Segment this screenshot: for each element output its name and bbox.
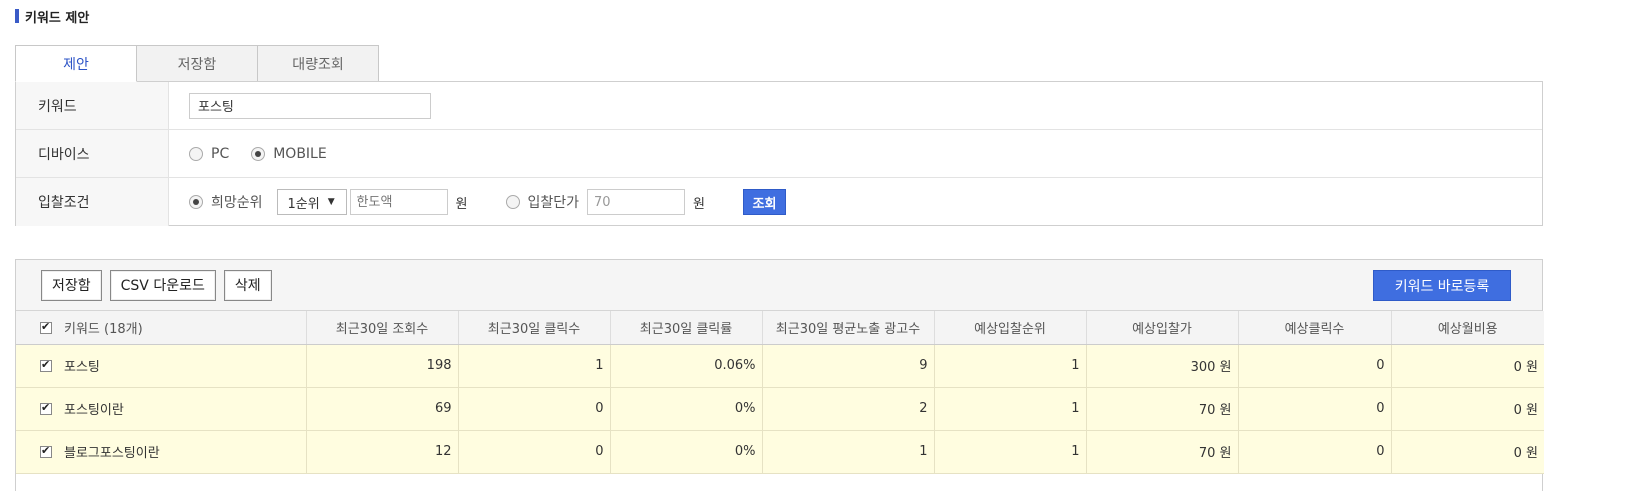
table-row: 블로그포스팅이란 12 0 0% 1 1 70 원 0 0 원 <box>16 430 1544 474</box>
ads-cell: 9 <box>762 344 935 388</box>
clicks-cell: 0 <box>458 430 611 474</box>
select-all-checkbox[interactable] <box>40 320 52 334</box>
search-button[interactable]: 조회 <box>743 189 786 215</box>
bid-cell: 70 원 <box>1086 387 1239 431</box>
radio-icon <box>189 146 203 161</box>
bid-radio-rank[interactable]: 희망순위 <box>189 192 263 212</box>
device-radio-mobile[interactable]: MOBILE <box>251 145 327 162</box>
tab-suggest[interactable]: 제안 <box>15 45 137 82</box>
views-cell: 12 <box>306 430 459 474</box>
keyword-row: 키워드 <box>16 82 1542 130</box>
rank-cell: 1 <box>934 387 1087 431</box>
keyword-text: 블로그포스팅이란 <box>64 446 160 461</box>
csv-download-button[interactable]: CSV 다운로드 <box>109 269 216 301</box>
header-views[interactable]: 최근30일 조회수 <box>306 311 459 345</box>
results-panel: 저장함 CSV 다운로드 삭제 키워드 바로등록 키워드 (18개) 최근30일… <box>15 259 1544 491</box>
limit-unit: 원 <box>455 196 468 212</box>
rank-cell: 1 <box>934 430 1087 474</box>
header-keyword-label: 키워드 (18개) <box>64 321 143 337</box>
register-keyword-button[interactable]: 키워드 바로등록 <box>1373 270 1511 301</box>
keyword-input[interactable] <box>189 92 431 119</box>
device-radio-pc[interactable]: PC <box>189 146 229 162</box>
bid-price-unit: 원 <box>693 196 705 212</box>
header-cost[interactable]: 예상월비용 <box>1391 311 1544 345</box>
tab-bar: 제안 저장함 대량조회 <box>15 45 379 82</box>
clicks-cell: 1 <box>458 344 611 388</box>
header-clicks[interactable]: 최근30일 클릭수 <box>458 311 611 345</box>
cost-cell: 0 원 <box>1391 430 1544 474</box>
bid-rank-label: 희망순위 <box>211 195 263 211</box>
tab-saved[interactable]: 저장함 <box>136 45 258 82</box>
header-rank[interactable]: 예상입찰순위 <box>934 311 1087 345</box>
bid-label: 입찰조건 <box>16 178 169 226</box>
device-row: 디바이스 PC MOBILE <box>16 130 1542 178</box>
tab-bulk-search[interactable]: 대량조회 <box>257 45 379 82</box>
radio-checked-icon <box>251 146 266 161</box>
keyword-text: 포스팅이란 <box>64 403 124 418</box>
title-marker-icon <box>15 9 19 23</box>
bid-price-input[interactable] <box>587 189 686 215</box>
ctr-cell: 0% <box>610 387 763 431</box>
rank-cell: 1 <box>934 344 1087 388</box>
keyword-table: 키워드 (18개) 최근30일 조회수 최근30일 클릭수 최근30일 클릭률 … <box>16 311 1544 474</box>
bid-cell: 300 원 <box>1086 344 1239 388</box>
bid-cell: 70 원 <box>1086 430 1239 474</box>
row-checkbox[interactable] <box>40 444 52 458</box>
cost-cell: 0 원 <box>1391 344 1544 388</box>
views-cell: 69 <box>306 387 459 431</box>
bid-price-label: 입찰단가 <box>527 195 580 211</box>
header-bid[interactable]: 예상입찰가 <box>1086 311 1239 345</box>
ctr-cell: 0.06% <box>610 344 763 388</box>
limit-input[interactable] <box>349 189 448 215</box>
rank-select-value: 1순위 <box>287 196 320 212</box>
views-cell: 198 <box>306 344 459 388</box>
keyword-cell: 블로그포스팅이란 <box>16 430 307 474</box>
section-header: 키워드 제안 <box>15 7 90 26</box>
bid-row: 입찰조건 희망순위 1순위 ▼ 원 입찰단가 원 조회 <box>16 178 1542 226</box>
search-form: 키워드 디바이스 PC MOBILE 입찰조건 희망순위 1순위 <box>15 81 1543 226</box>
chevron-down-icon: ▼ <box>327 197 335 207</box>
ads-cell: 2 <box>762 387 935 431</box>
header-ctr[interactable]: 최근30일 클릭률 <box>610 311 763 345</box>
rank-select[interactable]: 1순위 ▼ <box>276 189 347 215</box>
table-header-row: 키워드 (18개) 최근30일 조회수 최근30일 클릭수 최근30일 클릭률 … <box>16 311 1544 345</box>
device-label: 디바이스 <box>16 130 169 177</box>
keyword-cell: 포스팅이란 <box>16 387 307 431</box>
exp-clicks-cell: 0 <box>1238 430 1392 474</box>
radio-checked-icon <box>189 195 203 209</box>
section-title: 키워드 제안 <box>25 10 90 26</box>
save-button[interactable]: 저장함 <box>41 269 102 301</box>
delete-button[interactable]: 삭제 <box>223 269 272 301</box>
keyword-cell: 포스팅 <box>16 344 307 388</box>
radio-icon <box>505 195 520 209</box>
header-exp-clicks[interactable]: 예상클릭수 <box>1238 311 1392 345</box>
header-keyword: 키워드 (18개) <box>16 311 307 345</box>
exp-clicks-cell: 0 <box>1238 387 1392 431</box>
header-ads[interactable]: 최근30일 평균노출 광고수 <box>762 311 935 345</box>
keyword-label: 키워드 <box>16 82 169 129</box>
bid-radio-price[interactable]: 입찰단가 <box>505 192 580 212</box>
cost-cell: 0 원 <box>1391 387 1544 431</box>
table-row: 포스팅이란 69 0 0% 2 1 70 원 0 0 원 <box>16 387 1544 431</box>
ads-cell: 1 <box>762 430 935 474</box>
table-row: 포스팅 198 1 0.06% 9 1 300 원 0 0 원 <box>16 344 1544 388</box>
ctr-cell: 0% <box>610 430 763 474</box>
results-toolbar: 저장함 CSV 다운로드 삭제 키워드 바로등록 <box>16 260 1542 311</box>
keyword-text: 포스팅 <box>64 360 100 375</box>
device-pc-label: PC <box>211 145 230 162</box>
clicks-cell: 0 <box>458 387 611 431</box>
device-mobile-label: MOBILE <box>273 145 327 162</box>
exp-clicks-cell: 0 <box>1238 344 1392 388</box>
row-checkbox[interactable] <box>40 358 52 372</box>
row-checkbox[interactable] <box>40 401 52 415</box>
